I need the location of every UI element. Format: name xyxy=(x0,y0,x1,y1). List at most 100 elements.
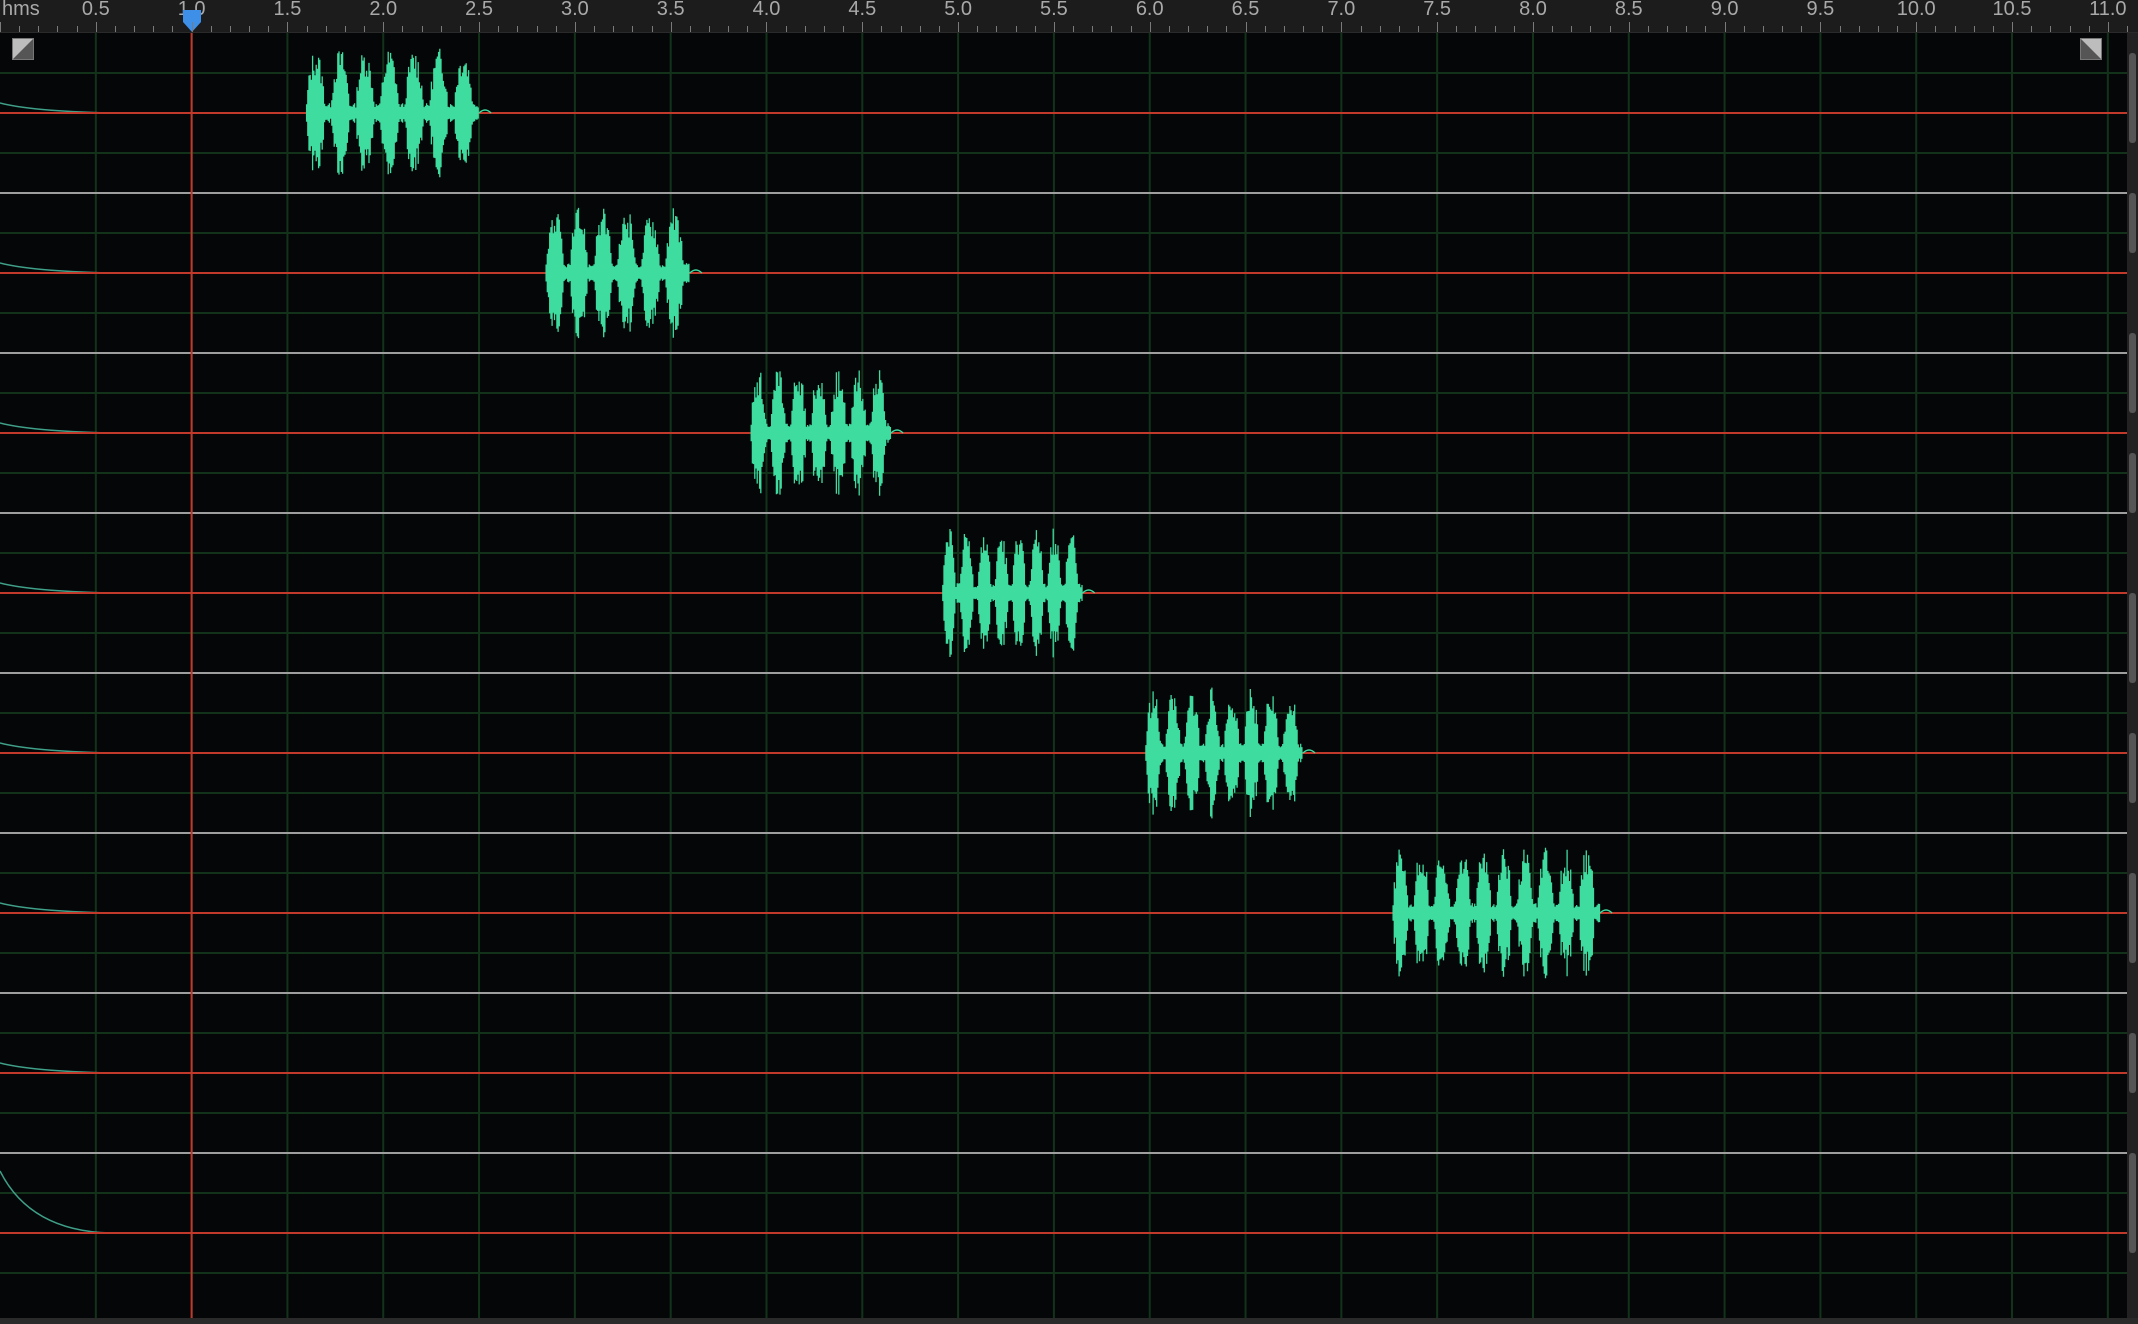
ruler-tick xyxy=(555,26,557,32)
ruler-tick xyxy=(1590,26,1592,32)
ruler-tick xyxy=(479,22,481,32)
ruler-tick xyxy=(2012,22,2014,32)
ruler-tick xyxy=(1456,26,1458,32)
ruler-tick xyxy=(421,26,423,32)
ruler-tick xyxy=(172,26,174,32)
ruler-tick xyxy=(689,26,691,32)
ruler-tick xyxy=(325,26,327,32)
dc-settle-curve xyxy=(0,422,111,434)
ruler-tick xyxy=(364,26,366,32)
ruler-tick xyxy=(191,22,193,32)
dc-settle-curve xyxy=(0,742,111,754)
ruler-tick-label: 1.5 xyxy=(273,0,302,20)
vertical-scrollbar[interactable] xyxy=(2127,33,2138,1318)
ruler-tick xyxy=(0,22,1,32)
ruler-tick xyxy=(1820,22,1822,32)
ruler-tick xyxy=(1762,26,1764,32)
ruler-tick xyxy=(594,26,596,32)
fade-out-handle-icon[interactable] xyxy=(2080,38,2102,60)
ruler-tick xyxy=(2127,26,2128,32)
scrollbar-thumb[interactable] xyxy=(2129,593,2136,683)
ruler-tick xyxy=(1379,26,1381,32)
ruler-tick xyxy=(1513,26,1515,32)
ruler-tick xyxy=(229,26,231,32)
ruler-tick-label: 5.0 xyxy=(944,0,972,20)
scrollbar-thumb[interactable] xyxy=(2129,1033,2136,1093)
scrollbar-thumb[interactable] xyxy=(2129,1153,2136,1253)
ruler-tick xyxy=(958,22,960,32)
ruler-tick xyxy=(919,26,921,32)
ruler-tick xyxy=(210,26,212,32)
ruler-tick xyxy=(1475,26,1477,32)
ruler-tick xyxy=(843,26,845,32)
ruler-tick xyxy=(1111,26,1113,32)
waveform-editor[interactable]: hms 0.51.01.52.02.53.03.54.04.55.05.56.0… xyxy=(0,0,2138,1324)
ruler-tick xyxy=(38,26,40,32)
ruler-tick xyxy=(1418,26,1419,32)
ruler-tick xyxy=(728,26,730,32)
scrollbar-thumb[interactable] xyxy=(2129,333,2136,413)
ruler-tick xyxy=(1341,22,1343,32)
dc-settle-curve xyxy=(0,102,111,114)
ruler-tick xyxy=(1130,26,1132,32)
ruler-tick-label: 3.0 xyxy=(560,0,589,20)
ruler-tick-label: 10.0 xyxy=(1896,0,1936,20)
ruler-tick xyxy=(306,26,308,32)
waveform-burst xyxy=(305,48,479,178)
ruler-tick xyxy=(747,26,749,32)
waveform-burst xyxy=(1392,847,1601,979)
ruler-tick xyxy=(2031,26,2033,32)
time-units-label: hms xyxy=(2,0,40,20)
ruler-tick xyxy=(19,26,21,32)
ruler-tick xyxy=(709,26,710,32)
multichannel-waveform[interactable] xyxy=(0,33,2127,1318)
ruler-tick xyxy=(1667,26,1669,32)
ruler-tick xyxy=(1283,26,1285,32)
ruler-tick xyxy=(2088,26,2090,32)
ruler-tick xyxy=(1303,26,1305,32)
ruler-tick xyxy=(1954,26,1956,32)
ruler-tick xyxy=(1858,26,1860,32)
time-ruler[interactable]: hms 0.51.01.52.02.53.03.54.04.55.05.56.0… xyxy=(0,0,2138,33)
ruler-tick xyxy=(1647,26,1649,32)
ruler-tick xyxy=(114,26,116,32)
ruler-tick xyxy=(1801,26,1803,32)
ruler-tick xyxy=(1992,26,1994,32)
ruler-tick xyxy=(881,26,883,32)
ruler-tick xyxy=(823,26,825,32)
ruler-tick xyxy=(536,26,538,32)
ruler-tick xyxy=(1264,26,1266,32)
ruler-tick xyxy=(670,22,672,32)
ruler-tick xyxy=(1628,22,1630,32)
ruler-tick xyxy=(1188,26,1190,32)
ruler-tick xyxy=(1877,26,1879,32)
ruler-tick xyxy=(1743,26,1745,32)
scrollbar-thumb[interactable] xyxy=(2129,733,2136,803)
ruler-tick xyxy=(498,26,500,32)
ruler-tick xyxy=(1226,26,1228,32)
ruler-tick xyxy=(1245,22,1247,32)
scrollbar-thumb[interactable] xyxy=(2129,873,2136,963)
ruler-tick xyxy=(1034,26,1036,32)
ruler-tick xyxy=(268,26,270,32)
waveform-burst xyxy=(942,528,1083,658)
dc-settle-curve xyxy=(0,902,111,914)
ruler-tick xyxy=(1973,26,1975,32)
ruler-tick-label: 4.0 xyxy=(752,0,781,20)
ruler-tick xyxy=(1437,22,1439,32)
fade-in-handle-icon[interactable] xyxy=(12,38,34,60)
scrollbar-thumb[interactable] xyxy=(2129,193,2136,253)
ruler-tick xyxy=(804,26,806,32)
ruler-tick xyxy=(1015,26,1017,32)
ruler-tick xyxy=(1839,26,1841,32)
ruler-tick-label: 7.0 xyxy=(1327,0,1356,20)
ruler-tick xyxy=(1207,26,1209,32)
scrollbar-thumb[interactable] xyxy=(2129,453,2136,513)
ruler-tick xyxy=(977,26,979,32)
ruler-tick-label: 6.5 xyxy=(1231,0,1260,20)
waveform-burst xyxy=(545,207,690,339)
ruler-tick xyxy=(1724,22,1726,32)
waveform-burst xyxy=(750,370,892,496)
scrollbar-thumb[interactable] xyxy=(2129,53,2136,143)
ruler-tick xyxy=(1322,26,1324,32)
